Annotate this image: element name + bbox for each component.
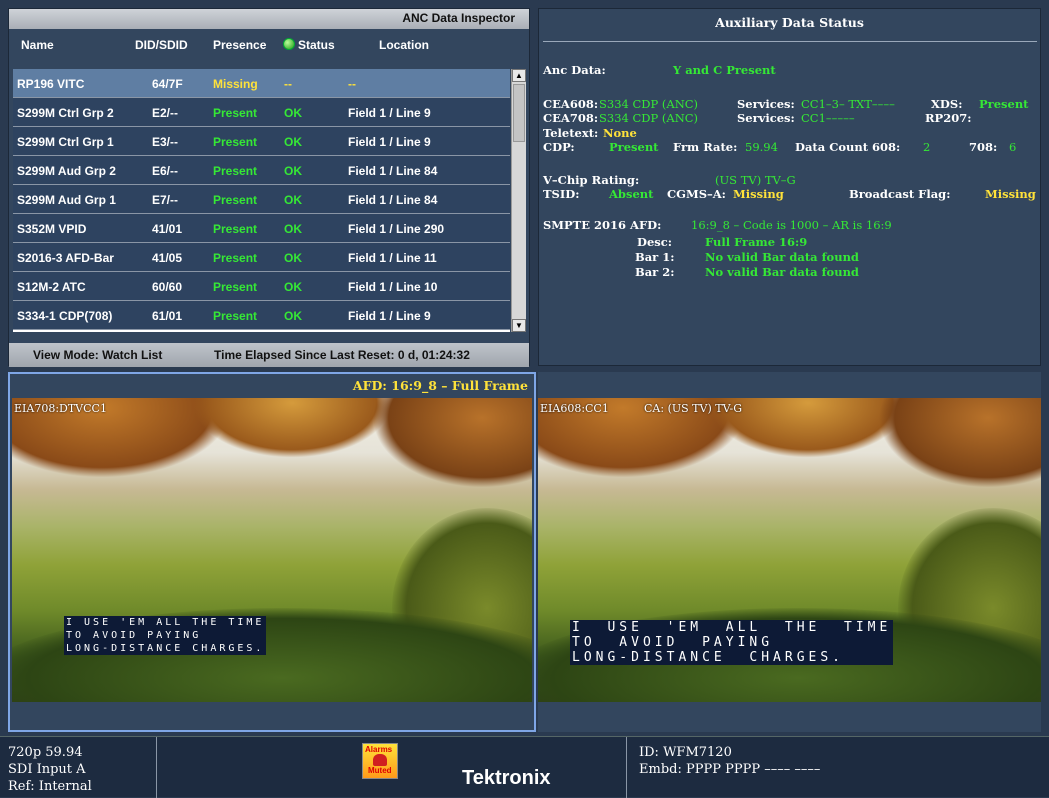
- anc-data-inspector-panel: ANC Data Inspector Name DID/SDID Presenc…: [8, 8, 530, 367]
- cea708-label: CEA708:: [543, 111, 599, 125]
- picture-pane-left[interactable]: AFD: 16:9_8 – Full Frame EIA708:DTVCC1 I…: [8, 372, 536, 732]
- afd-readout: AFD: 16:9_8 – Full Frame: [352, 378, 528, 393]
- table-header: Name DID/SDID Presence Status Location: [9, 29, 529, 61]
- status-bar: 720p 59.94 SDI Input A Ref: Internal Ala…: [0, 736, 1049, 798]
- teletext-label: Teletext:: [543, 126, 599, 140]
- scroll-up-icon[interactable]: ▲: [512, 69, 526, 82]
- cgms-value: Missing: [733, 187, 784, 201]
- video-frame: EIA608:CC1 CA: (US TV) TV-G I USE 'EM AL…: [538, 398, 1041, 702]
- desc-value: Full Frame 16:9: [705, 235, 808, 249]
- table-row[interactable]: S299M Aud Grp 1 E7/-- Present OK Field 1…: [13, 185, 510, 214]
- status-led-icon: [283, 38, 295, 50]
- cea608-label: CEA608:: [543, 97, 599, 111]
- data-count-608-label: Data Count 608:: [795, 140, 901, 154]
- frm-rate-value: 59.94: [745, 140, 778, 154]
- col-presence-header[interactable]: Presence: [213, 38, 266, 52]
- rp207-label: RP207:: [925, 111, 972, 125]
- vchip-label: V–Chip Rating:: [543, 173, 640, 187]
- reference: Ref: Internal: [8, 779, 92, 794]
- picture-pane-right[interactable]: EIA608:CC1 CA: (US TV) TV-G I USE 'EM AL…: [538, 372, 1041, 732]
- video-format: 720p 59.94: [8, 745, 83, 760]
- frm-rate-label: Frm Rate:: [673, 140, 738, 154]
- table-row[interactable]: S299M Aud Grp 2 E6/-- Present OK Field 1…: [13, 156, 510, 185]
- cea608-services: CC1–3– TXT––––: [801, 97, 895, 111]
- col-status-header[interactable]: Status: [283, 38, 335, 52]
- scroll-thumb[interactable]: [513, 84, 525, 142]
- cgms-label: CGMS–A:: [667, 187, 726, 201]
- anc-data-value: Y and C Present: [673, 63, 776, 77]
- bar2-value: No valid Bar data found: [705, 265, 859, 279]
- tsid-label: TSID:: [543, 187, 580, 201]
- bar1-value: No valid Bar data found: [705, 250, 859, 264]
- afd-value: 16:9_8 – Code is 1000 – AR is 16:9: [691, 218, 892, 232]
- instrument-id: ID: WFM7120: [639, 745, 732, 760]
- signal-info: 720p 59.94 SDI Input A Ref: Internal: [0, 737, 157, 798]
- inspector-footer: View Mode: Watch List Time Elapsed Since…: [9, 343, 529, 367]
- data-count-708-value: 6: [1009, 140, 1017, 154]
- instrument-info: ID: WFM7120 Embd: PPPP PPPP –––– ––––: [626, 737, 1049, 798]
- data-count-608-value: 2: [923, 140, 931, 154]
- services-label: Services:: [737, 111, 795, 125]
- video-frame: EIA708:DTVCC1 I USE 'EM ALL THE TIME TO A…: [12, 398, 532, 702]
- bell-icon: [373, 754, 387, 766]
- tektronix-logo: Tektronix: [462, 767, 551, 789]
- content-advisory-label: CA: (US TV) TV-G: [644, 402, 743, 415]
- table-row[interactable]: S352M VPID 41/01 Present OK Field 1 / Li…: [13, 214, 510, 243]
- broadcast-flag-label: Broadcast Flag:: [849, 187, 951, 201]
- bar2-label: Bar 2:: [635, 265, 675, 279]
- anc-data-label: Anc Data:: [543, 63, 606, 77]
- desc-label: Desc:: [637, 235, 673, 249]
- anc-table-body[interactable]: RP196 VITC 64/7F Missing -- -- S299M Ctr…: [13, 69, 510, 332]
- teletext-value: None: [603, 126, 637, 140]
- closed-caption: I USE 'EM ALL THE TIME TO AVOID PAYING LON…: [570, 620, 894, 665]
- table-row[interactable]: S334-1 CDP(708) 61/01 Present OK Field 1…: [13, 301, 510, 330]
- divider: [543, 41, 1037, 42]
- cc-service-label: EIA608:CC1: [540, 402, 609, 415]
- table-row[interactable]: S12M-2 ATC 60/60 Present OK Field 1 / Li…: [13, 272, 510, 301]
- vchip-value: (US TV) TV–G: [715, 173, 796, 187]
- cea708-services: CC1–––––: [801, 111, 855, 125]
- col-name-header[interactable]: Name: [21, 38, 54, 52]
- panel-title: Auxiliary Data Status: [715, 15, 864, 30]
- view-mode[interactable]: View Mode: Watch List: [33, 348, 162, 362]
- col-location-header[interactable]: Location: [379, 38, 429, 52]
- broadcast-flag-value: Missing: [985, 187, 1036, 201]
- table-row[interactable]: S299M Ctrl Grp 2 E2/-- Present OK Field …: [13, 98, 510, 127]
- services-label: Services:: [737, 97, 795, 111]
- table-row[interactable]: S299M Ctrl Grp 1 E3/-- Present OK Field …: [13, 127, 510, 156]
- auxiliary-data-status-panel: Auxiliary Data Status Anc Data: Y and C …: [538, 8, 1041, 366]
- input-source: SDI Input A: [8, 762, 86, 777]
- data-count-708-label: 708:: [969, 140, 998, 154]
- embedded-audio: Embd: PPPP PPPP –––– ––––: [639, 762, 821, 777]
- alarms-muted-icon[interactable]: Alarms Muted: [362, 743, 398, 779]
- cdp-value: Present: [609, 140, 659, 154]
- xds-value: Present: [979, 97, 1029, 111]
- table-row[interactable]: RP196 VITC 64/7F Missing -- --: [13, 69, 510, 98]
- panel-title: ANC Data Inspector: [9, 9, 529, 29]
- cea708-value: S334 CDP (ANC): [599, 111, 699, 125]
- tsid-value: Absent: [609, 187, 654, 201]
- cc-service-label: EIA708:DTVCC1: [14, 402, 107, 415]
- afd-label: SMPTE 2016 AFD:: [543, 218, 662, 232]
- closed-caption: I USE 'EM ALL THE TIME TO AVOID PAYING LON…: [64, 616, 267, 655]
- bar1-label: Bar 1:: [635, 250, 675, 264]
- cdp-label: CDP:: [543, 140, 575, 154]
- cea608-value: S334 CDP (ANC): [599, 97, 699, 111]
- time-elapsed: Time Elapsed Since Last Reset: 0 d, 01:2…: [214, 348, 470, 362]
- vertical-scrollbar[interactable]: ▲ ▼: [511, 69, 526, 332]
- table-row[interactable]: S2016-3 AFD-Bar 41/05 Present OK Field 1…: [13, 243, 510, 272]
- col-did-header[interactable]: DID/SDID: [135, 38, 188, 52]
- xds-label: XDS:: [931, 97, 963, 111]
- scroll-down-icon[interactable]: ▼: [512, 319, 526, 332]
